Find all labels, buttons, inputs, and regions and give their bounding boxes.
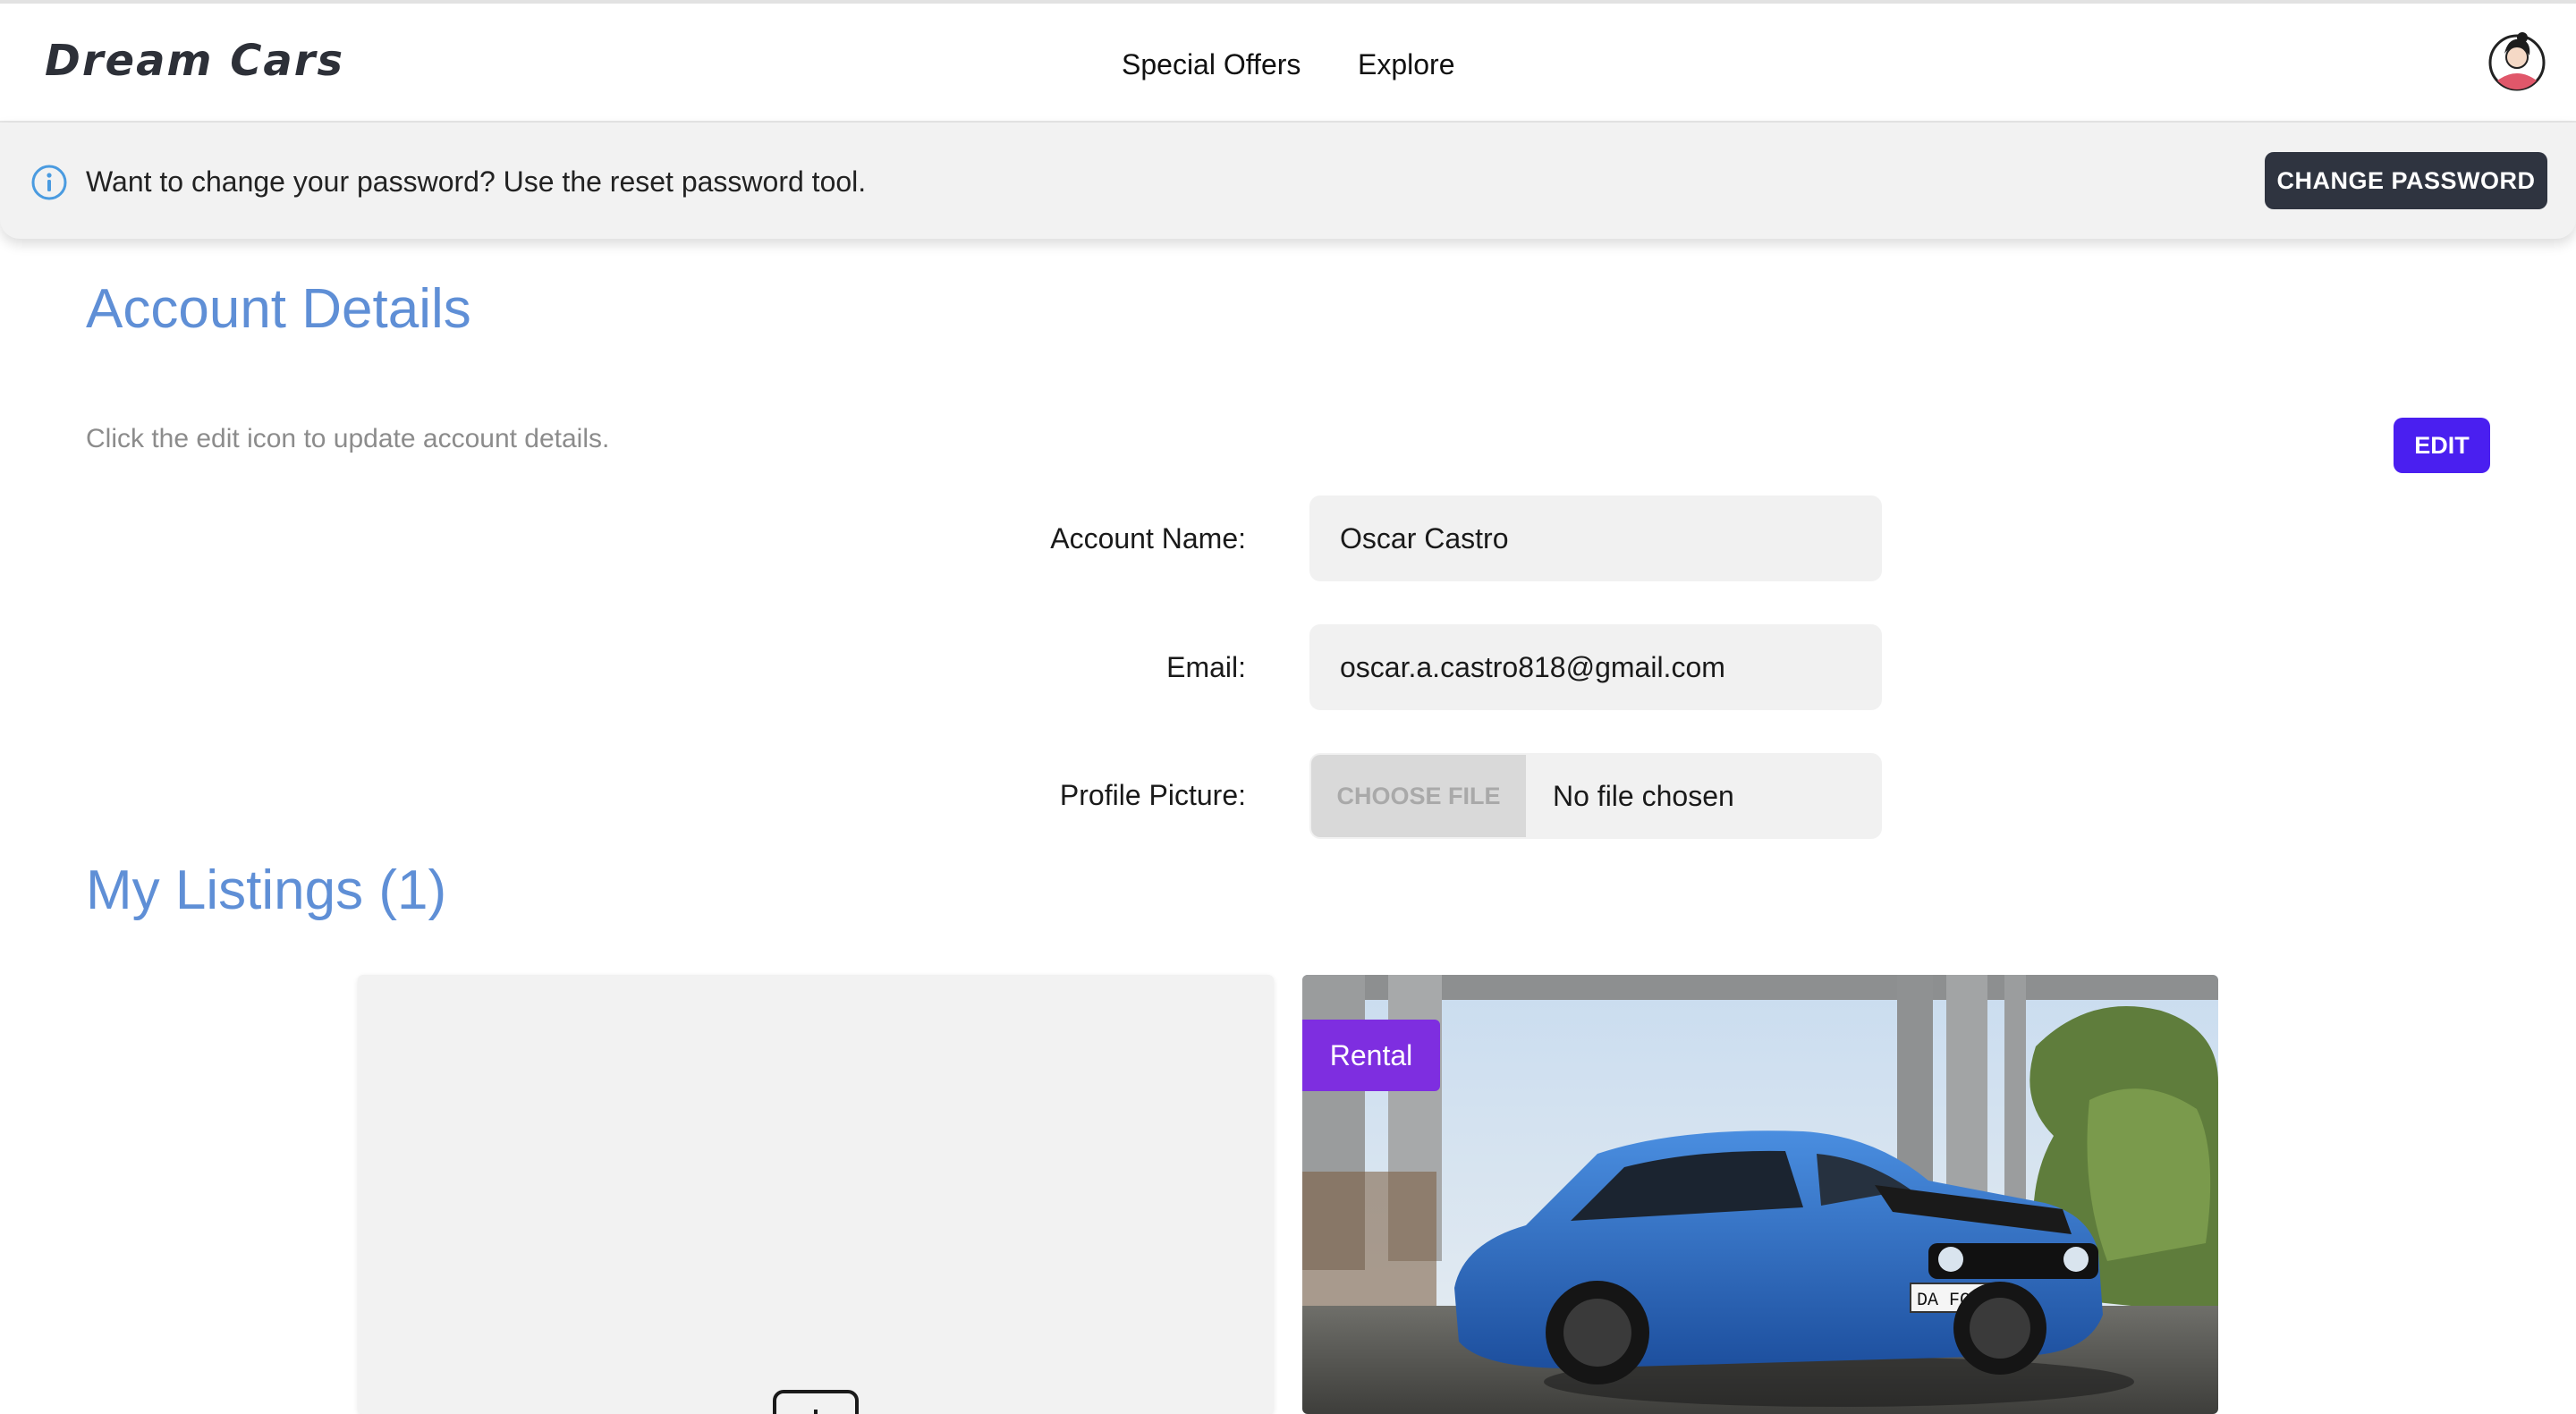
- listing-type-badge: Rental: [1302, 1020, 1440, 1091]
- edit-button[interactable]: EDIT: [2394, 418, 2490, 473]
- page: Dream Cars Special Offers Explore Want t…: [0, 0, 2576, 1414]
- account-helper-text: Click the edit icon to update account de…: [86, 424, 610, 453]
- choose-file-button[interactable]: CHOOSE FILE: [1311, 755, 1526, 837]
- profile-picture-file-input[interactable]: CHOOSE FILE No file chosen: [1309, 753, 1882, 839]
- email-label: Email:: [1166, 651, 1246, 683]
- change-password-button[interactable]: CHANGE PASSWORD: [2265, 152, 2547, 209]
- add-listing-card[interactable]: [358, 975, 1274, 1414]
- account-name-label: Account Name:: [1050, 522, 1246, 555]
- info-icon: [31, 165, 67, 200]
- alert-message: Want to change your password? Use the re…: [86, 165, 867, 198]
- plus-icon[interactable]: [773, 1390, 859, 1414]
- brand-logo[interactable]: Dream Cars: [45, 36, 344, 86]
- listing-card[interactable]: DA FC492 Rental: [1302, 975, 2218, 1414]
- file-status-text: No file chosen: [1553, 780, 1734, 812]
- nav-explore[interactable]: Explore: [1358, 48, 1455, 81]
- profile-picture-label: Profile Picture:: [1059, 779, 1246, 811]
- account-details-title: Account Details: [86, 278, 471, 340]
- account-name-input[interactable]: [1309, 495, 1882, 581]
- password-alert: Want to change your password? Use the re…: [0, 123, 2576, 239]
- nav-special-offers[interactable]: Special Offers: [1122, 48, 1301, 81]
- navbar: Dream Cars Special Offers Explore: [0, 0, 2576, 123]
- email-input[interactable]: [1309, 624, 1882, 710]
- user-avatar-icon[interactable]: [2488, 30, 2546, 93]
- my-listings-title: My Listings (1): [86, 859, 447, 921]
